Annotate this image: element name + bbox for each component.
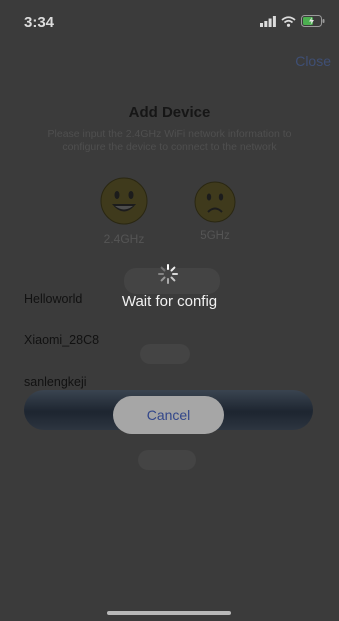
status-bar: 3:34 xyxy=(0,0,339,44)
band-label-5ghz: 5GHz xyxy=(200,230,230,242)
status-icons xyxy=(260,15,325,27)
ghost-control xyxy=(140,344,190,364)
battery-charging-icon xyxy=(301,15,325,27)
cellular-signal-icon xyxy=(260,15,276,27)
cancel-button[interactable]: Cancel xyxy=(113,396,224,434)
hud-message: Wait for config xyxy=(121,293,218,310)
band-label-2-4ghz: 2.4GHz xyxy=(103,232,145,246)
app-screen: 3:34 Close Add Device Please input the 2… xyxy=(0,0,339,621)
status-time: 3:34 xyxy=(24,14,55,31)
close-button[interactable]: Close xyxy=(295,53,331,69)
band-option-5ghz: 5GHz xyxy=(190,181,240,242)
happy-face-icon xyxy=(100,177,148,225)
sad-face-icon xyxy=(194,181,236,223)
wifi-icon xyxy=(281,15,296,27)
instruction-text: Please input the 2.4GHz WiFi network inf… xyxy=(47,128,292,153)
home-indicator[interactable] xyxy=(107,611,231,615)
band-option-2-4ghz: 2.4GHz xyxy=(96,177,152,246)
page-title: Add Device xyxy=(128,104,211,121)
ghost-control-lower xyxy=(138,450,196,470)
wifi-network-item[interactable]: sanlengkeji xyxy=(24,375,87,389)
loading-spinner-icon xyxy=(158,264,178,284)
wifi-network-item[interactable]: Xiaomi_28C8 xyxy=(24,333,99,347)
